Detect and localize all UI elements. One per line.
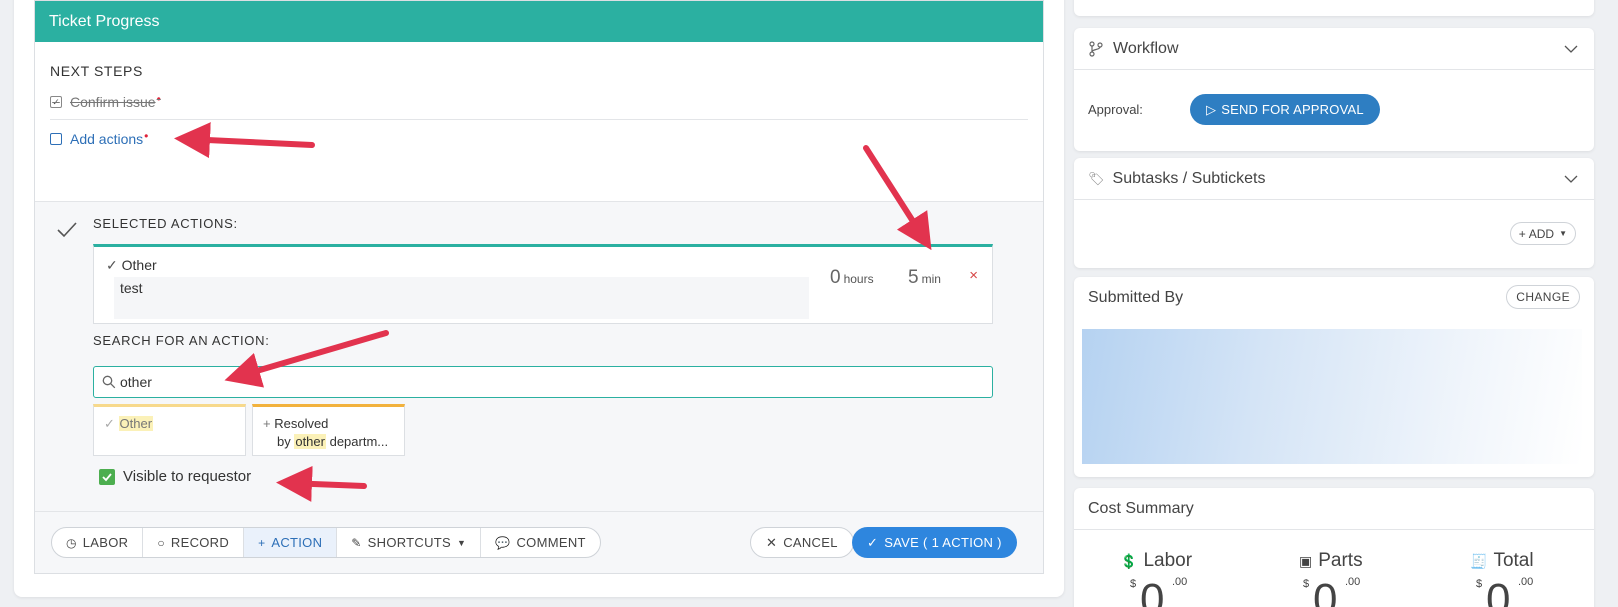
chevron-down-icon[interactable] xyxy=(1564,172,1578,186)
approval-label: Approval: xyxy=(1088,102,1143,117)
caret-down-icon: ▼ xyxy=(457,537,467,548)
comment-button[interactable]: 💬 COMMENT xyxy=(481,528,600,557)
plus-icon: + xyxy=(1518,226,1526,241)
check-icon xyxy=(57,222,77,238)
close-icon: ✕ xyxy=(766,534,778,550)
step-label: Confirm issue xyxy=(70,94,156,110)
save-button[interactable]: ✓ SAVE ( 1 ACTION ) xyxy=(852,527,1017,558)
remove-action-button[interactable]: × xyxy=(969,267,978,284)
search-action-label: SEARCH FOR AN ACTION: xyxy=(93,333,270,348)
hand-money-icon: 💲 xyxy=(1120,552,1138,569)
plus-icon: + xyxy=(258,535,266,550)
caret-down-icon: ▼ xyxy=(1559,229,1567,238)
branch-icon xyxy=(1089,40,1103,57)
shortcuts-button[interactable]: ✎ SHORTCUTS ▼ xyxy=(337,528,482,557)
minutes-field[interactable]: 5 min xyxy=(908,267,941,289)
cost-summary-card: Cost Summary 💲 Labor $0.00 ▣ Parts $0.00 🧾… xyxy=(1074,488,1594,607)
cost-summary-header: Cost Summary xyxy=(1074,488,1594,530)
comment-icon: 💬 xyxy=(495,535,511,550)
action-note-field[interactable]: test xyxy=(114,277,809,319)
result-label: Other xyxy=(118,416,154,431)
submitted-by-title: Submitted By xyxy=(1088,289,1184,306)
ticket-progress-panel: Ticket Progress NEXT STEPS ✓ Confirm iss… xyxy=(34,0,1044,574)
subtasks-title: Subtasks / Subtickets xyxy=(1112,169,1266,187)
checked-box-icon[interactable]: ✓ xyxy=(50,96,62,108)
action-toolbar: ◷ LABOR ○ RECORD + ACTION ✎ SHORTCUTS ▼ 💬 COMM… xyxy=(35,511,1043,573)
selected-action-card: ✓ Other test 0 hours 5 min × xyxy=(93,244,993,324)
pencil-icon: ✎ xyxy=(351,535,362,550)
labor-cost-label: 💲 Labor xyxy=(1120,550,1193,571)
subtasks-card: 🏷 Subtasks / Subtickets + ADD ▼ xyxy=(1074,158,1594,268)
hours-field[interactable]: 0 hours xyxy=(830,267,874,289)
send-for-approval-button[interactable]: ▷ SEND FOR APPROVAL xyxy=(1190,94,1380,125)
submitter-info-redacted xyxy=(1082,329,1582,464)
unchecked-box-icon[interactable] xyxy=(50,133,62,145)
step-label[interactable]: Add actions xyxy=(70,131,143,147)
add-subtask-button[interactable]: + ADD ▼ xyxy=(1509,222,1576,245)
clock-icon: ◷ xyxy=(66,535,77,550)
box-icon: ▣ xyxy=(1299,552,1313,569)
workflow-card: Workflow Approval: ▷ SEND FOR APPROVAL xyxy=(1074,28,1594,151)
result-resolved-by-other[interactable]: + Resolved by other departm... xyxy=(252,404,405,456)
action-search-input[interactable] xyxy=(120,372,970,392)
checked-checkbox-icon[interactable] xyxy=(99,468,115,485)
step-add-actions[interactable]: Add actions • xyxy=(50,129,149,147)
step-confirm-issue[interactable]: ✓ Confirm issue • xyxy=(50,92,161,110)
subtasks-header[interactable]: 🏷 Subtasks / Subtickets xyxy=(1074,158,1594,200)
cost-summary-title: Cost Summary xyxy=(1088,499,1194,517)
divider xyxy=(50,119,1028,120)
selected-actions-label: SELECTED ACTIONS: xyxy=(93,216,238,231)
chevron-down-icon[interactable] xyxy=(1564,42,1578,56)
selected-action-name: ✓ Other xyxy=(106,257,157,273)
mode-button-group: ◷ LABOR ○ RECORD + ACTION ✎ SHORTCUTS ▼ 💬 COMM… xyxy=(51,527,601,558)
visible-to-requestor-label: Visible to requestor xyxy=(123,468,252,485)
invoice-icon: 🧾 xyxy=(1470,552,1488,569)
check-icon: ✓ xyxy=(867,534,879,550)
action-editor: SELECTED ACTIONS: ✓ Other test 0 hours 5m… xyxy=(35,201,1043,511)
visible-to-requestor-toggle[interactable]: Visible to requestor xyxy=(99,468,251,485)
workflow-title: Workflow xyxy=(1113,39,1179,57)
change-submitter-button[interactable]: CHANGE xyxy=(1506,285,1580,309)
check-icon: ✓ xyxy=(106,257,118,273)
ticket-progress-header: Ticket Progress xyxy=(35,1,1043,42)
labor-button[interactable]: ◷ LABOR xyxy=(52,528,144,557)
search-icon xyxy=(102,375,116,389)
required-marker: • xyxy=(144,129,149,143)
action-button[interactable]: + ACTION xyxy=(244,528,338,557)
cancel-button[interactable]: ✕ CANCEL xyxy=(750,527,854,558)
circle-icon: ○ xyxy=(157,535,165,550)
check-icon: ✓ xyxy=(104,416,115,431)
record-button[interactable]: ○ RECORD xyxy=(143,528,245,557)
top-right-card xyxy=(1074,0,1594,16)
total-cost-label: 🧾 Total xyxy=(1470,550,1534,571)
required-marker: • xyxy=(156,92,161,106)
result-other[interactable]: ✓ Other xyxy=(93,404,246,456)
next-steps-title: NEXT STEPS xyxy=(50,63,143,79)
submitted-by-card: Submitted By CHANGE xyxy=(1074,277,1594,477)
tags-icon: 🏷 xyxy=(1088,170,1105,186)
plus-icon: + xyxy=(263,416,271,431)
parts-cost-label: ▣ Parts xyxy=(1299,550,1363,571)
action-search-box[interactable] xyxy=(93,366,993,398)
workflow-header[interactable]: Workflow xyxy=(1074,28,1594,70)
play-icon: ▷ xyxy=(1206,101,1217,117)
